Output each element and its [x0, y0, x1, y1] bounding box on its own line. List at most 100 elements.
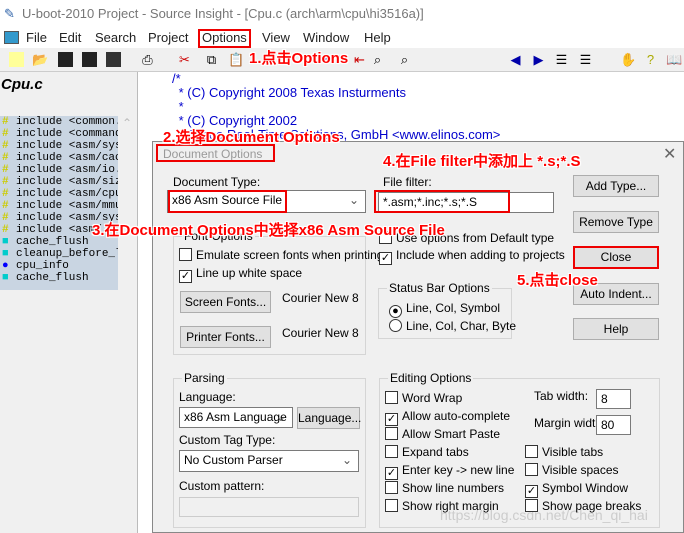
symbol-list-item[interactable]: ● cpu_info [0, 260, 118, 272]
annotation-step-3: 3.在Document Options中选择x86 Asm Source Fil… [92, 222, 445, 239]
checkbox-label: Word Wrap [402, 391, 463, 405]
menu-edit[interactable]: Edit [59, 30, 81, 45]
symbol-list-item[interactable]: # include <asm/cpu_ [0, 188, 118, 200]
forward-icon[interactable]: ▶ [531, 52, 546, 67]
editing-option-checkbox[interactable]: ✓ Enter key -> new line [385, 463, 514, 480]
include-projects-label: Include when adding to projects [396, 248, 565, 262]
custom-tag-select[interactable]: No Custom Parser ⌄ [179, 450, 359, 472]
symbol-list-item[interactable]: ■ cache_flush [0, 272, 118, 284]
save-as-icon[interactable] [82, 52, 97, 67]
find-files-icon[interactable]: ⌕ [397, 52, 412, 67]
radio-icon: ● [389, 305, 402, 318]
save-icon[interactable] [58, 52, 73, 67]
hash-icon: # [2, 116, 9, 128]
parsing-title: Parsing [182, 371, 227, 385]
back-icon[interactable]: ◀ [508, 52, 523, 67]
radio-label: Line, Col, Symbol [406, 301, 501, 315]
annotation-step-2: 2.选择Document Options [163, 129, 340, 146]
symbol-label: cleanup_before_li [16, 248, 118, 260]
chevron-down-icon: ⌄ [348, 193, 359, 207]
help-icon[interactable]: ? [643, 52, 658, 67]
symbol-list-item[interactable]: # include <common.h [0, 116, 118, 128]
symbol-label: cpu_info [16, 260, 69, 272]
menu-file[interactable]: File [26, 30, 47, 45]
line-up-checkbox[interactable]: ✓ Line up white space [179, 266, 302, 283]
hash-icon: # [2, 164, 9, 176]
menu-project[interactable]: Project [148, 30, 188, 45]
annotation-step-5: 5.点击close [517, 272, 598, 289]
symbol-list-item[interactable]: ■ cleanup_before_li [0, 248, 118, 260]
include-projects-checkbox[interactable]: ✓ Include when adding to projects [379, 248, 565, 265]
menu-help[interactable]: Help [364, 30, 391, 45]
editing-option-checkbox[interactable]: Visible spaces [525, 463, 619, 477]
symbol-list-item[interactable]: # include <asm/siz [0, 176, 118, 188]
symbol-icon[interactable]: ✋ [620, 52, 636, 67]
close-icon[interactable]: ✕ [663, 144, 676, 164]
highlight-file-filter [374, 190, 510, 213]
indent-icon[interactable]: ☰ [554, 52, 569, 67]
screen-fonts-button[interactable]: Screen Fonts... [180, 291, 271, 313]
outdent-icon[interactable]: ☰ [578, 52, 593, 67]
hash-icon: # [2, 188, 9, 200]
symbol-list[interactable]: # include <common.h # include <command. # inc… [0, 116, 118, 290]
custom-tag-value: No Custom Parser [184, 453, 283, 467]
new-file-icon[interactable] [9, 52, 24, 67]
open-folder-icon[interactable]: 📂 [32, 52, 48, 67]
app-icon: ✎ [4, 6, 15, 21]
bookmark-right-icon[interactable] [373, 52, 388, 67]
editing-option-checkbox[interactable]: Show page breaks [525, 499, 641, 513]
radio-line-col-char-byte[interactable]: Line, Col, Char, Byte [389, 319, 516, 333]
symbol-label: include <asm/mmu. [16, 200, 118, 212]
editing-option-checkbox[interactable]: Visible tabs [525, 445, 603, 459]
checkbox-icon: ✓ [379, 252, 392, 265]
symbol-label: include <common.h [16, 116, 118, 128]
symbol-list-scrollbar[interactable]: ⌃ [118, 116, 136, 290]
code-line: * (C) Copyright 2008 Texas Insturments [175, 85, 406, 100]
radio-label: Line, Col, Char, Byte [406, 319, 517, 333]
editing-option-checkbox[interactable]: ✓ Allow auto-complete [385, 409, 510, 426]
printer-fonts-button[interactable]: Printer Fonts... [180, 326, 271, 348]
checkbox-label: Show line numbers [402, 481, 505, 495]
system-menu-icon[interactable] [4, 31, 19, 44]
menu-window[interactable]: Window [303, 30, 349, 45]
remove-type-button[interactable]: Remove Type [573, 211, 659, 233]
symbol-label: include <command. [16, 128, 118, 140]
symbol-list-item[interactable]: # include <asm/mmu. [0, 200, 118, 212]
print-icon[interactable]: ⎙ [140, 52, 155, 67]
language-select[interactable]: x86 Asm Language ⌄ [179, 407, 293, 428]
editing-option-checkbox[interactable]: Allow Smart Paste [385, 427, 500, 441]
editing-option-checkbox[interactable]: ✓ Symbol Window [525, 481, 628, 498]
editing-option-checkbox[interactable]: Show right margin [385, 499, 499, 513]
help-button[interactable]: Help [573, 318, 659, 340]
bookmark-left-icon[interactable]: ⇤ [352, 52, 367, 67]
symbol-label: include <asm/ [16, 224, 102, 236]
margin-width-input[interactable]: 80 [596, 415, 631, 435]
title-bar: ✎ U-boot-2010 Project - Source Insight -… [0, 0, 684, 28]
language-button[interactable]: Language... [297, 407, 361, 429]
cut-icon[interactable]: ✂ [177, 52, 192, 67]
symbol-list-item[interactable]: # include <asm/cac [0, 152, 118, 164]
menu-view[interactable]: View [262, 30, 290, 45]
symbol-list-item[interactable]: # include <asm/io.h [0, 164, 118, 176]
save-all-icon[interactable] [106, 52, 121, 67]
add-type-button[interactable]: Add Type... [573, 175, 659, 197]
symbol-list-item[interactable]: # include <command. [0, 128, 118, 140]
custom-pattern-input[interactable] [179, 497, 359, 517]
checkbox-label: Show page breaks [542, 499, 642, 513]
emulate-fonts-checkbox[interactable]: Emulate screen fonts when printing [179, 248, 383, 262]
menu-search[interactable]: Search [95, 30, 136, 45]
symbol-list-item[interactable]: # include <asm/sys [0, 140, 118, 152]
book-icon[interactable]: 📖 [666, 52, 682, 67]
editing-option-checkbox[interactable]: Show line numbers [385, 481, 504, 495]
function-icon: ■ [2, 272, 9, 284]
checkbox-label: Visible tabs [542, 445, 604, 459]
checkbox-label: Allow auto-complete [402, 409, 511, 423]
symbol-label: include <asm/cpu_ [16, 188, 118, 200]
tab-width-input[interactable]: 8 [596, 389, 631, 409]
editing-option-checkbox[interactable]: Word Wrap [385, 391, 462, 405]
copy-icon[interactable]: ⧉ [204, 52, 219, 67]
radio-line-col-symbol[interactable]: ● Line, Col, Symbol [389, 301, 500, 318]
editing-option-checkbox[interactable]: Expand tabs [385, 445, 469, 459]
paste-icon[interactable]: 📋 [228, 52, 244, 67]
language-label: Language: [179, 390, 236, 404]
